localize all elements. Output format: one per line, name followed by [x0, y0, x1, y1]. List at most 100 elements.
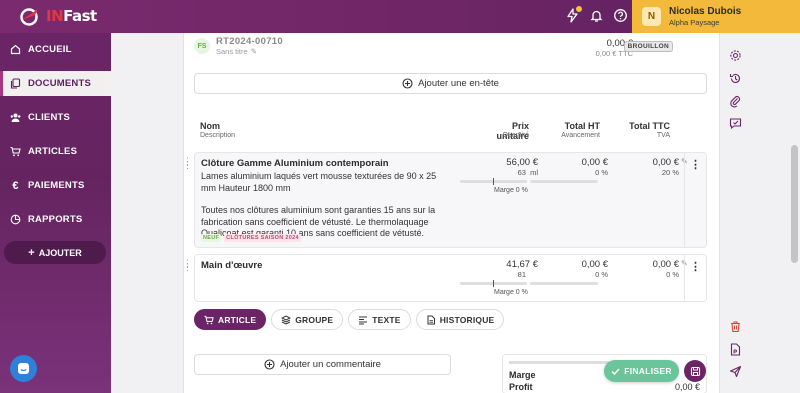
plus-circle-icon [402, 78, 413, 89]
cart-icon [10, 146, 21, 157]
sidebar-item-label: ARTICLES [28, 146, 78, 157]
sidebar-item-documents[interactable]: DOCUMENTS [0, 71, 111, 96]
chat-support-button[interactable] [10, 355, 37, 382]
chat-icon [18, 363, 29, 374]
line-title[interactable]: Clôture Gamme Aluminium contemporain [201, 158, 389, 169]
line-quantity[interactable]: 63 ml [480, 168, 538, 177]
home-icon [10, 44, 21, 55]
scrollbar-thumb[interactable] [791, 145, 798, 263]
history-icon[interactable] [729, 72, 742, 85]
reports-icon [10, 214, 21, 225]
document-line[interactable]: ⋮ ⋮ Clôture Gamme Aluminium contemporain … [183, 152, 707, 248]
drag-handle-icon[interactable]: ⋮ ⋮ [183, 259, 192, 272]
sidebar-item-paiements[interactable]: € PAIEMENTS [0, 173, 111, 198]
sidebar: ACCUEIL DOCUMENTS CLIENTS ARTICLES € PAI… [0, 33, 111, 393]
document-line[interactable]: ⋮ ⋮ Main d'œuvre 41,67 € 81 Marge 0 % 0,0… [183, 254, 707, 302]
add-header-button[interactable]: Ajouter une en-tête [194, 73, 707, 94]
scrollbar[interactable] [789, 33, 800, 393]
pencil-icon[interactable]: ✎ [251, 47, 257, 56]
summary-profit-label: Profit [509, 382, 533, 392]
more-options-icon[interactable]: ⋮ [684, 153, 706, 247]
line-progress: 0 % [595, 270, 608, 279]
brand-name: INFast [46, 7, 97, 25]
notification-dot [576, 6, 582, 12]
line-description[interactable]: Lames aluminium laqués vert mousse textu… [201, 171, 451, 240]
save-button[interactable] [684, 360, 706, 382]
user-menu[interactable]: N Nicolas Dubois Alpha Paysage [632, 0, 800, 33]
column-subheader-quantity: Quantité [502, 132, 529, 139]
tag-category: CLÔTURES SAISON 2024 [224, 234, 301, 242]
save-icon [690, 366, 700, 376]
column-subheader-vat: TVA [656, 132, 670, 139]
file-icon [427, 315, 435, 324]
line-total-ttc: 0,00 € [652, 259, 679, 270]
line-vat[interactable]: 0 % [621, 270, 679, 279]
pdf-icon[interactable] [729, 343, 742, 356]
delete-icon[interactable] [729, 320, 742, 333]
progress-bar [530, 180, 598, 183]
line-vat[interactable]: 20 % [621, 168, 679, 177]
layers-icon [281, 314, 292, 325]
document-reference: RT2024-00710 [216, 36, 283, 47]
plus-circle-icon [264, 359, 275, 370]
margin-bar [460, 280, 527, 287]
top-icons [565, 6, 628, 23]
add-text-button[interactable]: TEXTE [348, 309, 411, 330]
add-group-button[interactable]: GROUPE [271, 309, 344, 330]
add-button[interactable]: + AJOUTER [4, 241, 106, 264]
comment-icon[interactable] [729, 117, 742, 130]
sidebar-item-label: RAPPORTS [28, 214, 83, 225]
main-area: FS RT2024-00710 Sans titre ✎ 0,00 € 0,00… [111, 33, 800, 393]
line-unit-price[interactable]: 41,67 € [480, 259, 538, 270]
document-title[interactable]: Sans titre ✎ [216, 47, 283, 56]
sidebar-item-clients[interactable]: CLIENTS [0, 105, 111, 130]
drag-handle-icon[interactable]: ⋮ ⋮ [183, 157, 192, 170]
app-logo[interactable]: INFast [18, 6, 97, 26]
finalize-button[interactable]: FINALISER [604, 360, 679, 382]
lightning-icon[interactable] [565, 6, 582, 23]
sidebar-item-label: PAIEMENTS [28, 180, 85, 191]
logo-mark-icon [18, 6, 42, 26]
sidebar-item-accueil[interactable]: ACCUEIL [0, 37, 111, 62]
line-actions: ARTICLE GROUPE TEXTE HISTORIQUE [194, 309, 505, 330]
line-quantity[interactable]: 81 [480, 270, 526, 279]
document-header: FS RT2024-00710 Sans titre ✎ [194, 36, 283, 56]
right-toolbar [724, 33, 752, 393]
summary-margin-label: Marge [509, 370, 536, 380]
line-title[interactable]: Main d'œuvre [201, 260, 262, 271]
line-progress: 0 % [595, 168, 608, 177]
bell-icon[interactable] [589, 8, 604, 23]
avatar: N [642, 7, 661, 26]
add-button-label: AJOUTER [38, 247, 82, 258]
clients-icon [10, 112, 21, 123]
margin-bar-marker [493, 280, 494, 287]
cart-icon [204, 315, 214, 324]
send-icon[interactable] [729, 365, 742, 378]
text-icon [359, 316, 368, 324]
sidebar-item-label: DOCUMENTS [28, 78, 92, 89]
add-article-button[interactable]: ARTICLE [194, 309, 267, 330]
column-header-name: Nom [200, 121, 220, 131]
sidebar-item-articles[interactable]: ARTICLES [0, 139, 111, 164]
line-tags: NEUF CLÔTURES SAISON 2024 [201, 234, 301, 242]
sidebar-item-rapports[interactable]: RAPPORTS [0, 207, 111, 232]
settings-icon[interactable] [729, 49, 742, 62]
history-button[interactable]: HISTORIQUE [415, 309, 505, 330]
user-company: Alpha Paysage [669, 18, 720, 27]
summary-profit-value: 0,00 € [674, 382, 700, 392]
column-header-total-ht: Total HT [564, 121, 600, 131]
line-unit-price[interactable]: 56,00 € [480, 157, 538, 168]
line-total-ttc: 0,00 € [652, 157, 679, 168]
status-badge: BROUILLON [623, 41, 673, 52]
add-comment-button[interactable]: Ajouter un commentaire [194, 354, 451, 375]
column-subheader-progress: Avancement [561, 132, 600, 139]
sidebar-item-label: ACCUEIL [28, 44, 72, 55]
more-options-icon[interactable]: ⋮ [684, 255, 706, 301]
document-editor: FS RT2024-00710 Sans titre ✎ 0,00 € 0,00… [183, 33, 720, 393]
line-margin: Marge 0 % [494, 289, 528, 296]
sidebar-item-label: CLIENTS [28, 112, 71, 123]
attachment-icon[interactable] [729, 95, 742, 108]
margin-bar [460, 178, 527, 185]
plus-icon: + [28, 246, 35, 259]
help-icon[interactable] [613, 8, 628, 23]
